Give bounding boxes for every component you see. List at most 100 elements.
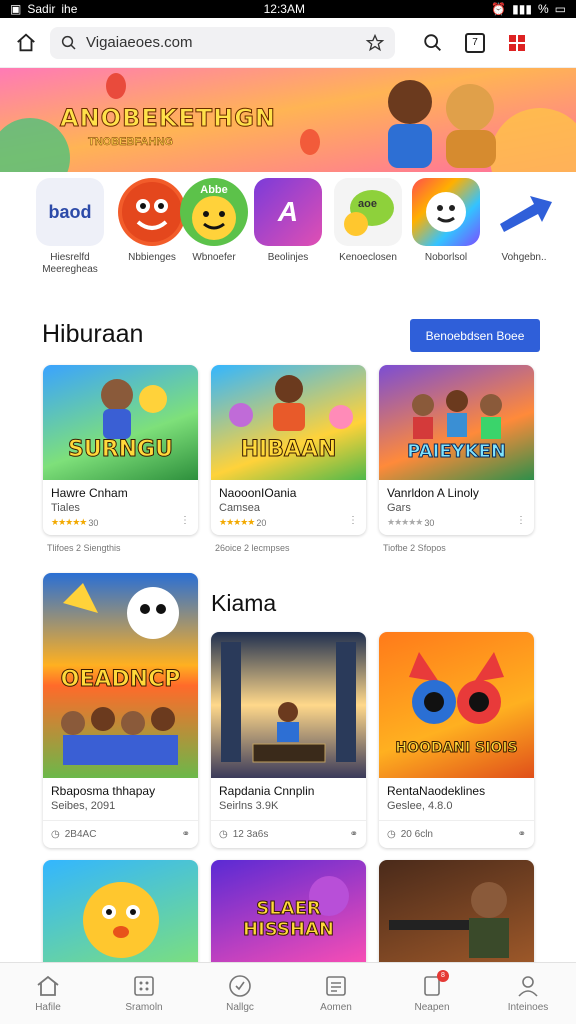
card-subtitle: Camsea <box>219 502 260 514</box>
home-icon[interactable] <box>12 29 40 57</box>
user-icon <box>518 976 538 997</box>
game-card[interactable]: SURNGU Hawre Cnham Tiales ★★★★★ 30 ⋮ <box>43 365 198 535</box>
more-options-icon[interactable]: ⋮ <box>516 515 526 526</box>
search-button[interactable] <box>419 29 447 57</box>
banner-title: ANOBEKETHGN <box>60 104 276 133</box>
thumbnail-title: HIBAAN <box>240 437 337 463</box>
search-icon <box>61 35 76 50</box>
app-label: Wbnoefer <box>192 252 236 263</box>
browser-toolbar: Vigaiaeoes.com 7 <box>0 18 576 68</box>
game-thumbnail <box>379 860 534 970</box>
card-subtitle: Geslee, 4.8.0 <box>387 800 453 812</box>
app-item[interactable]: Abbe Wbnoefer <box>172 178 256 264</box>
link-icon[interactable]: ⚭ <box>518 829 526 840</box>
status-bar: ▣ Sadir ihe 12:3AM ⏰ ▮▮▮ % ▭ <box>0 0 576 18</box>
game-card[interactable]: OEADNCP Rbaposma thhapay Seibes, 2091 ◷ 2… <box>43 573 198 848</box>
game-thumbnail: OEADNCP <box>43 573 198 778</box>
card-footer-text: 20 6cln <box>400 829 433 840</box>
tabs-button[interactable]: 7 <box>461 29 489 57</box>
card-footer-text: 2B4AC <box>64 829 97 840</box>
bookmark-star-icon[interactable] <box>365 33 385 53</box>
nav-label: Sramoln <box>125 1002 163 1013</box>
app-icon: aoe <box>334 178 402 246</box>
section-title-hiburaan: Hiburaan <box>42 320 144 348</box>
nav-item-home[interactable]: Hafile <box>5 974 91 1013</box>
game-card[interactable]: HIBAAN NaooonIOania Camsea ★★★★★ 20 ⋮ <box>211 365 366 535</box>
app-item[interactable]: A Beolinjes <box>246 178 330 264</box>
app-icon: A <box>254 178 322 246</box>
app-item[interactable]: Noborlsol <box>404 178 488 264</box>
nav-item-profile[interactable]: Inteinoes <box>485 974 571 1013</box>
card-subtitle: Seibes, 2091 <box>51 800 116 812</box>
game-card[interactable]: PAIEYKEN Vanrldon A Linoly Gars ★★★★★ 30 … <box>379 365 534 535</box>
game-card[interactable]: SLAER HISSHAN <box>211 860 366 970</box>
nav-item-list[interactable]: Aomen <box>293 974 379 1013</box>
banner-subtitle: TNOBEBFAHNG <box>88 136 173 148</box>
card-meta: Tiofbe 2 Sfopos <box>383 543 446 553</box>
card-footer: ◷ 2B4AC ⚭ <box>43 820 198 848</box>
game-card[interactable] <box>43 860 198 970</box>
card-subtitle: Seirlns 3.9K <box>219 800 279 812</box>
game-card[interactable]: Rapdania Cnnplin Seirlns 3.9K ◷ 12 3a6s ⚭ <box>211 632 366 848</box>
game-card[interactable]: HOODANI SIOIS RentaNaodeklines Geslee, 4… <box>379 632 534 848</box>
thumbnail-title: SLAER HISSHAN <box>243 898 335 941</box>
tab-count: 7 <box>465 32 485 53</box>
url-text: Vigaiaeoes.com <box>86 34 193 51</box>
clock: 12:3AM <box>263 2 305 16</box>
game-thumbnail: PAIEYKEN <box>379 365 534 480</box>
game-card[interactable] <box>379 860 534 970</box>
app-item[interactable]: Vohgebn.. <box>482 178 566 264</box>
notification-icon: ▣ <box>10 2 22 16</box>
carrier-label: Sadir <box>27 2 56 16</box>
rating-count: 30 <box>88 517 99 528</box>
nav-label: Hafile <box>35 1002 61 1013</box>
stars-icon: ★★★★★ <box>387 517 423 527</box>
nav-item-notifications[interactable]: 8 Neapen <box>389 970 475 1013</box>
app-icon-text: Abbe <box>200 184 228 196</box>
game-thumbnail: HIBAAN <box>211 365 366 480</box>
notification-badge: 8 <box>437 970 449 982</box>
card-subtitle: Gars <box>387 502 411 514</box>
app-icon: Abbe <box>180 178 248 246</box>
app-icon: baod <box>36 178 104 246</box>
stars-icon: ★★★★★ <box>219 517 255 527</box>
app-item[interactable]: aoe Kenoeclosen <box>326 178 410 264</box>
more-options-icon[interactable]: ⋮ <box>348 515 358 526</box>
link-icon[interactable]: ⚭ <box>350 829 358 840</box>
hero-banner[interactable]: ANOBEKETHGN TNOBEBFAHNG <box>0 68 576 172</box>
section-title-kiama: Kiama <box>211 590 277 616</box>
status-extra-label: ihe <box>61 2 78 16</box>
apps-icon <box>134 976 154 996</box>
card-title: Hawre Cnham <box>51 486 128 500</box>
rating: ★★★★★ 30 <box>51 517 190 528</box>
card-meta: Tlifoes 2 Siengthis <box>47 543 121 553</box>
link-icon[interactable]: ⚭ <box>182 829 190 840</box>
alarm-icon: ⏰ <box>491 2 507 16</box>
card-title: Vanrldon A Linoly <box>387 486 479 500</box>
list-icon <box>326 976 346 996</box>
app-label: Beolinjes <box>267 252 309 263</box>
more-options-icon[interactable]: ⋮ <box>180 515 190 526</box>
battery-percent: % <box>537 2 549 16</box>
game-thumbnail: HOODANI SIOIS <box>379 632 534 778</box>
app-item[interactable]: baod Hiesrelfd Meeregheas <box>28 178 112 276</box>
app-label: Hiesrelfd Meeregheas <box>42 252 98 275</box>
nav-label: Neapen <box>414 1002 450 1013</box>
compass-icon <box>229 975 251 997</box>
app-label: Vohgebn.. <box>501 252 547 263</box>
battery-icon: ▭ <box>554 2 566 16</box>
card-subtitle: Tiales <box>51 502 80 514</box>
card-title: RentaNaodeklines <box>387 784 486 798</box>
nav-item-discover[interactable]: Nallgc <box>197 974 283 1013</box>
clock-icon: ◷ <box>51 829 60 840</box>
address-bar[interactable]: Vigaiaeoes.com <box>50 26 395 59</box>
menu-grid-icon[interactable] <box>503 29 531 57</box>
clock-icon: ◷ <box>219 829 228 840</box>
app-icon-text: aoe <box>358 198 377 210</box>
search-icon <box>424 33 441 51</box>
rating-count: 20 <box>256 517 267 528</box>
thumbnail-title: SURNGU <box>68 437 174 463</box>
card-title: NaooonIOania <box>219 486 297 500</box>
section-action-button[interactable]: Benoebdsen Boee <box>410 319 540 352</box>
nav-item-store[interactable]: Sramoln <box>101 974 187 1013</box>
